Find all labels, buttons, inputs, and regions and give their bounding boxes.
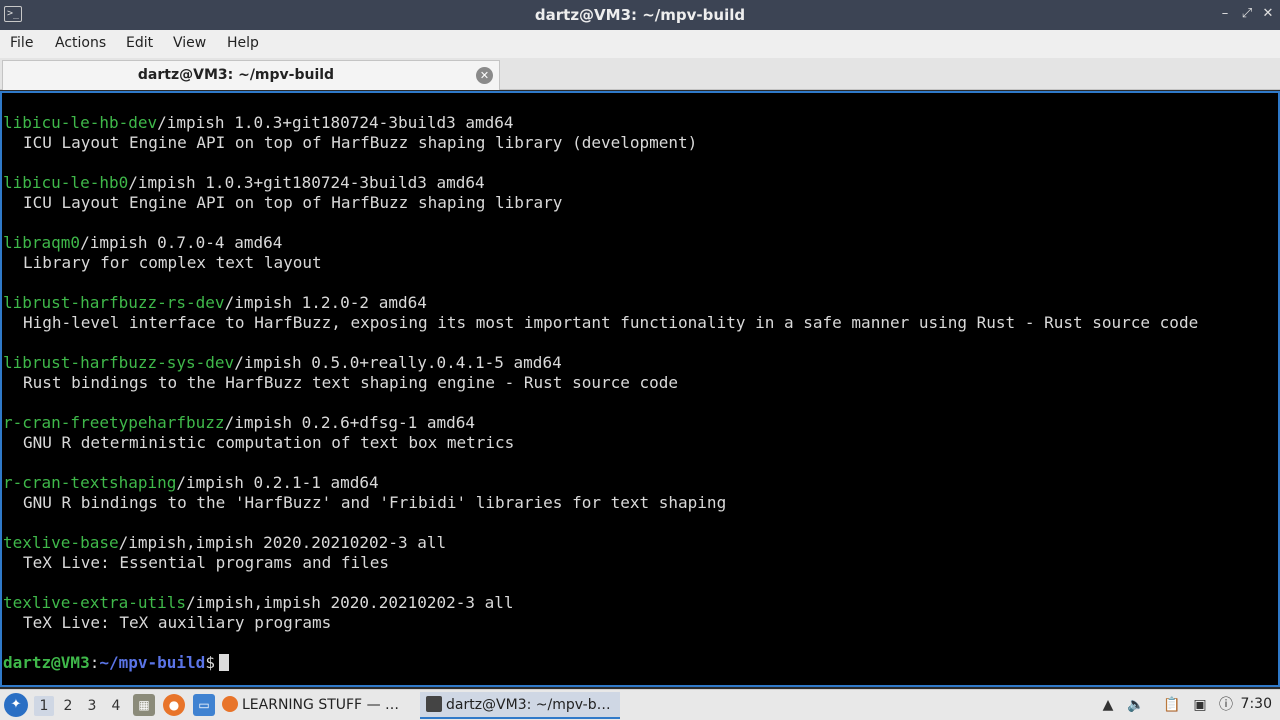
firefox-icon <box>222 696 238 712</box>
firefox-icon[interactable]: ● <box>163 694 185 716</box>
file-manager-icon[interactable]: ▦ <box>133 694 155 716</box>
close-icon[interactable]: ✕ <box>476 67 493 84</box>
minimize-icon[interactable]: – <box>1216 5 1234 23</box>
terminal-icon <box>426 696 442 712</box>
restore-icon[interactable]: ⤢ <box>1238 5 1256 23</box>
package-line: librust-harfbuzz-sys-dev/impish 0.5.0+re… <box>3 353 1198 373</box>
package-version: /impish 0.5.0+really.0.4.1-5 amd64 <box>234 353 562 372</box>
package-description: GNU R bindings to the 'HarfBuzz' and 'Fr… <box>23 493 727 512</box>
package-version: /impish 0.2.1-1 amd64 <box>176 473 379 492</box>
clock: 7:30 <box>1240 696 1272 712</box>
package-name: librust-harfbuzz-rs-dev <box>3 293 225 312</box>
package-line: texlive-base/impish,impish 2020.20210202… <box>3 533 1198 553</box>
prompt-user-host: dartz@VM3 <box>3 653 90 672</box>
menu-bar: File Actions Edit View Help <box>0 30 1280 58</box>
prompt-symbol: $ <box>205 653 215 672</box>
package-description: ICU Layout Engine API on top of HarfBuzz… <box>23 193 563 212</box>
package-name: librust-harfbuzz-sys-dev <box>3 353 235 372</box>
package-name: libicu-le-hb-dev <box>3 113 158 132</box>
package-line: librust-harfbuzz-rs-dev/impish 1.2.0-2 a… <box>3 293 1198 313</box>
prompt-line[interactable]: dartz@VM3:~/mpv-build$ <box>3 653 1198 673</box>
workspace-1[interactable]: 1 <box>34 696 54 716</box>
tab-terminal[interactable]: dartz@VM3: ~/mpv-build ✕ <box>2 60 500 90</box>
package-name: libraqm0 <box>3 233 81 252</box>
workspace-4[interactable]: 4 <box>106 696 126 716</box>
tab-label: dartz@VM3: ~/mpv-build <box>137 67 335 83</box>
menu-edit[interactable]: Edit <box>126 35 153 51</box>
terminal-output[interactable]: libicu-le-hb-dev/impish 1.0.3+git180724-… <box>0 91 1280 687</box>
package-name: texlive-base <box>3 533 119 552</box>
task-firefox[interactable]: LEARNING STUFF — … <box>222 692 412 719</box>
menu-file[interactable]: File <box>10 35 33 51</box>
package-version: /impish 1.0.3+git180724-3build3 amd64 <box>157 113 514 132</box>
package-version: /impish 1.0.3+git180724-3build3 amd64 <box>128 173 485 192</box>
package-description: High-level interface to HarfBuzz, exposi… <box>23 313 1199 332</box>
package-version: /impish 1.2.0-2 amd64 <box>224 293 427 312</box>
package-name: libicu-le-hb0 <box>3 173 129 192</box>
prompt-path: ~/mpv-build <box>99 653 206 672</box>
package-name: r-cran-textshaping <box>3 473 177 492</box>
taskbar: ✦ 1 2 3 4 ▦ ● ▭ LEARNING STUFF — … dartz… <box>0 689 1280 720</box>
start-menu-icon[interactable]: ✦ <box>4 693 28 717</box>
package-version: /impish,impish 2020.20210202-3 all <box>118 533 447 552</box>
task-label: dartz@VM3: ~/mpv-b… <box>446 697 611 713</box>
package-version: /impish 0.7.0-4 amd64 <box>80 233 283 252</box>
package-line: r-cran-freetypeharfbuzz/impish 0.2.6+dfs… <box>3 413 1198 433</box>
prompt-separator: : <box>89 653 100 672</box>
update-icon[interactable]: ▲ <box>1098 695 1118 715</box>
workspace-3[interactable]: 3 <box>82 696 102 716</box>
clipboard-icon[interactable]: 📋 <box>1162 695 1182 715</box>
network-icon[interactable]: ▣ <box>1190 695 1210 715</box>
package-description: Rust bindings to the HarfBuzz text shapi… <box>23 373 679 392</box>
menu-actions[interactable]: Actions <box>55 35 106 51</box>
notification-icon[interactable]: ⓘ <box>1216 695 1236 715</box>
package-description: TeX Live: Essential programs and files <box>23 553 390 572</box>
show-desktop-icon[interactable]: ▭ <box>193 694 215 716</box>
window-title: dartz@VM3: ~/mpv-build <box>534 6 746 24</box>
workspace-2[interactable]: 2 <box>58 696 78 716</box>
package-line: libraqm0/impish 0.7.0-4 amd64 <box>3 233 1198 253</box>
package-description: TeX Live: TeX auxiliary programs <box>23 613 332 632</box>
volume-icon[interactable]: 🔈 <box>1126 695 1146 715</box>
menu-view[interactable]: View <box>173 35 206 51</box>
task-label: LEARNING STUFF — … <box>242 697 400 713</box>
package-line: libicu-le-hb-dev/impish 1.0.3+git180724-… <box>3 113 1198 133</box>
package-line: libicu-le-hb0/impish 1.0.3+git180724-3bu… <box>3 173 1198 193</box>
package-description: Library for complex text layout <box>23 253 322 272</box>
package-description: GNU R deterministic computation of text … <box>23 433 515 452</box>
package-line: r-cran-textshaping/impish 0.2.1-1 amd64 <box>3 473 1198 493</box>
tab-bar: dartz@VM3: ~/mpv-build ✕ <box>0 58 1280 90</box>
package-name: texlive-extra-utils <box>3 593 187 612</box>
package-name: r-cran-freetypeharfbuzz <box>3 413 225 432</box>
menu-help[interactable]: Help <box>227 35 259 51</box>
package-version: /impish,impish 2020.20210202-3 all <box>186 593 514 612</box>
task-terminal[interactable]: dartz@VM3: ~/mpv-b… <box>420 692 620 719</box>
text-cursor <box>218 654 229 671</box>
package-version: /impish 0.2.6+dfsg-1 amd64 <box>224 413 476 432</box>
terminal-lines: libicu-le-hb-dev/impish 1.0.3+git180724-… <box>3 113 1198 673</box>
package-description: ICU Layout Engine API on top of HarfBuzz… <box>23 133 698 152</box>
package-line: texlive-extra-utils/impish,impish 2020.2… <box>3 593 1198 613</box>
window-titlebar[interactable]: >_ dartz@VM3: ~/mpv-build – ⤢ ✕ <box>0 0 1280 30</box>
close-icon[interactable]: ✕ <box>1259 5 1277 23</box>
